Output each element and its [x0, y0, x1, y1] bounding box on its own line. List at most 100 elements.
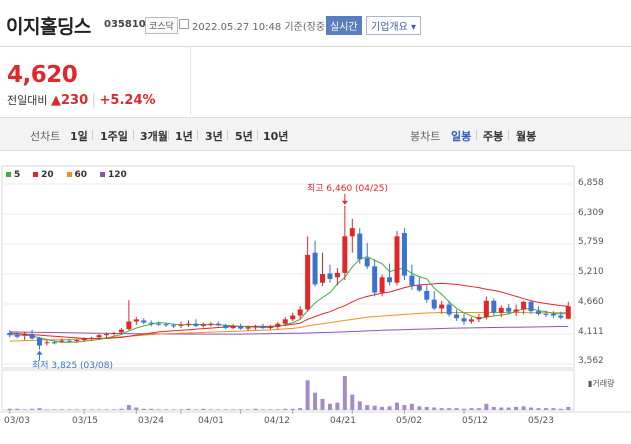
volume-label: ▮거래량 [588, 379, 615, 388]
candle-body [312, 252, 318, 285]
volume-bar [447, 408, 452, 410]
volume-bar [119, 408, 124, 410]
candle-body [148, 322, 154, 324]
volume-bar [499, 407, 504, 410]
volume-bar [417, 406, 422, 410]
candle-body [96, 335, 102, 338]
candle-body [535, 311, 541, 314]
y-tick-label: 3,562 [578, 356, 604, 366]
volume-bar [462, 408, 467, 410]
x-tick-label: 04/21 [330, 416, 356, 426]
candle-body [305, 254, 311, 310]
candle-body [141, 320, 147, 323]
candle-body [59, 340, 65, 342]
high-price-annotation: 최고 6,460 (04/25) [307, 184, 389, 194]
ma5-line [9, 255, 569, 343]
candle-body [513, 309, 519, 312]
volume-bar [7, 408, 12, 410]
candle-body [498, 307, 504, 313]
candle-body [431, 299, 437, 309]
volume-bar [82, 409, 87, 410]
candle-body [409, 275, 415, 286]
x-tick-label: 03/03 [4, 416, 30, 426]
candle-body [230, 325, 236, 329]
candle-body [320, 274, 326, 283]
candle-body [394, 236, 400, 283]
volume-bar [476, 408, 481, 410]
volume-bar [59, 409, 64, 410]
volume-bar [506, 407, 511, 410]
x-tick-label: 05/23 [528, 416, 554, 426]
candle-body [543, 313, 549, 315]
candle-body [483, 300, 489, 318]
volume-bar [164, 409, 169, 410]
candle-body [416, 285, 422, 291]
volume-bar [67, 409, 72, 410]
volume-bar [313, 392, 318, 410]
candle-body [282, 319, 288, 324]
candle-body [349, 228, 355, 237]
candle-body [260, 326, 266, 329]
candle-body [223, 325, 229, 329]
candle-body [550, 313, 556, 316]
volume-bar [97, 409, 102, 410]
volume-bar [275, 409, 280, 410]
volume-bar [491, 406, 496, 410]
volume-bar [305, 380, 310, 410]
volume-bar [37, 408, 42, 410]
volume-bar [268, 409, 273, 410]
volume-bar [290, 408, 295, 410]
volume-bar [469, 408, 474, 410]
candle-body [558, 315, 564, 318]
candle-body [29, 334, 35, 339]
volume-bar [201, 408, 206, 410]
candle-body [89, 337, 95, 339]
candlestick-chart[interactable] [0, 0, 631, 444]
volume-bar [298, 408, 303, 410]
volume-bar [529, 407, 534, 410]
volume-bar [104, 409, 109, 410]
volume-bar [149, 408, 154, 410]
candle-body [104, 334, 110, 336]
candle-body [439, 304, 445, 309]
candle-body [111, 332, 117, 335]
volume-bar [439, 408, 444, 410]
volume-bar [231, 409, 236, 410]
volume-bar [238, 409, 243, 410]
volume-bar [223, 409, 228, 410]
candle-body [461, 318, 467, 322]
volume-bar [52, 409, 57, 410]
candle-body [387, 277, 393, 283]
volume-bar [186, 408, 191, 410]
volume-bar [208, 409, 213, 410]
volume-bar [193, 409, 198, 410]
candle-body [171, 325, 177, 327]
candle-body [185, 323, 191, 325]
candle-body [22, 333, 28, 336]
volume-bar [432, 407, 437, 410]
candle-body [342, 236, 348, 273]
volume-bar [424, 406, 429, 410]
volume-bar [253, 408, 258, 410]
candle-body [193, 323, 199, 326]
candle-body [252, 326, 258, 328]
volume-bar [365, 405, 370, 410]
high-marker-arrowhead [341, 200, 348, 205]
candle-body [297, 309, 303, 316]
candle-body [215, 323, 221, 326]
volume-bar [409, 403, 414, 410]
volume-bar [171, 409, 176, 410]
volume-bar [327, 403, 332, 410]
volume-bar [22, 409, 27, 410]
volume-bar [380, 406, 385, 410]
volume-bar [179, 409, 184, 410]
volume-bar [350, 394, 355, 410]
candle-body [446, 304, 452, 315]
volume-bar [514, 406, 519, 410]
y-tick-label: 4,660 [578, 297, 604, 307]
candle-body [66, 340, 72, 342]
candle-body [372, 266, 378, 293]
volume-bar [283, 408, 288, 410]
candle-body [245, 327, 251, 329]
candle-body [401, 233, 407, 276]
